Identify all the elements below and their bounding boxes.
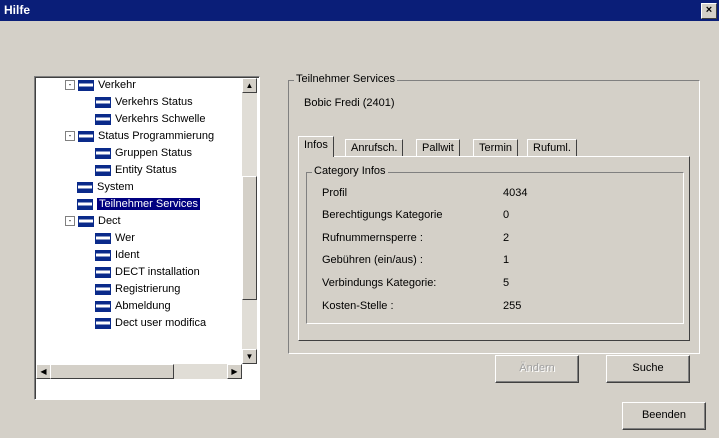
field-label-berechtigung: Berechtigungs Kategorie bbox=[322, 209, 443, 221]
edit-button[interactable]: Ändern bbox=[495, 355, 579, 383]
node-icon bbox=[77, 198, 93, 210]
tree-item-label: Entity Status bbox=[115, 164, 177, 176]
tree-item-label: Verkehr bbox=[98, 79, 136, 91]
field-label-profil: Profil bbox=[322, 187, 348, 199]
tree-item-status-programmierung[interactable]: - Status Programmierung bbox=[65, 128, 214, 144]
tree-item-label: Gruppen Status bbox=[115, 147, 193, 159]
tree-item-entity-status[interactable]: Entity Status bbox=[95, 162, 177, 178]
window-title: Hilfe bbox=[4, 3, 31, 17]
tree-item-wer[interactable]: Wer bbox=[95, 230, 135, 246]
tree-item-dect[interactable]: - Dect bbox=[65, 213, 121, 229]
tree-item-label: Verkehrs Status bbox=[115, 96, 193, 108]
tree-item-label: Abmeldung bbox=[115, 300, 171, 312]
tree-vertical-scrollbar[interactable]: ▲ ▼ bbox=[242, 78, 257, 364]
scroll-left-icon[interactable]: ◀ bbox=[36, 364, 51, 379]
tree-item-system[interactable]: System bbox=[77, 179, 134, 195]
tree-item-ident[interactable]: Ident bbox=[95, 247, 139, 263]
node-icon bbox=[77, 181, 93, 193]
field-value-profil: 4034 bbox=[503, 187, 528, 199]
field-value-verbindung: 5 bbox=[503, 277, 510, 289]
tree-horizontal-scrollbar[interactable]: ◀ ▶ bbox=[36, 364, 242, 379]
category-infos-title: Category Infos bbox=[312, 165, 388, 177]
subscriber-name: Bobic Fredi (2401) bbox=[304, 97, 395, 109]
field-label-kosten-stelle: Kosten-Stelle : bbox=[322, 300, 394, 312]
field-label-gebuehren: Gebühren (ein/aus) : bbox=[322, 254, 423, 266]
group-title: Teilnehmer Services bbox=[294, 73, 398, 85]
tree-item-dect-installation[interactable]: DECT installation bbox=[95, 264, 200, 280]
search-button[interactable]: Suche bbox=[606, 355, 690, 383]
scroll-thumb[interactable] bbox=[242, 176, 257, 300]
tree-item-label: System bbox=[97, 181, 134, 193]
scroll-thumb[interactable] bbox=[50, 364, 174, 379]
node-icon bbox=[95, 266, 111, 278]
node-icon bbox=[95, 317, 111, 329]
tree-item-registrierung[interactable]: Registrierung bbox=[95, 281, 180, 297]
node-icon bbox=[95, 300, 111, 312]
tree-item-dect-user-modifica[interactable]: Dect user modifica bbox=[95, 315, 206, 331]
tree-item-label: Wer bbox=[115, 232, 135, 244]
node-icon bbox=[95, 283, 111, 295]
exit-button[interactable]: Beenden bbox=[622, 402, 706, 430]
tree-item-label: Status Programmierung bbox=[98, 130, 215, 142]
tree-item-label-selected: Teilnehmer Services bbox=[97, 198, 201, 210]
tree-item-label: DECT installation bbox=[115, 266, 200, 278]
node-icon bbox=[95, 164, 111, 176]
tab-pallwit[interactable]: Pallwit bbox=[416, 139, 460, 157]
tree-item-verkehrs-schwelle[interactable]: Verkehrs Schwelle bbox=[95, 111, 206, 127]
tree-item-gruppen-status[interactable]: Gruppen Status bbox=[95, 145, 192, 161]
tree-item-verkehr[interactable]: - Verkehr bbox=[65, 77, 136, 93]
field-value-kosten-stelle: 255 bbox=[503, 300, 522, 312]
field-value-rufnummernsperre: 2 bbox=[503, 232, 510, 244]
tab-anrufsch[interactable]: Anrufsch. bbox=[345, 139, 404, 157]
navigation-tree[interactable]: - Verkehr Verkehrs Status Verkehrs Schwel… bbox=[34, 76, 260, 400]
title-bar[interactable]: Hilfe × bbox=[0, 0, 719, 21]
collapse-icon[interactable]: - bbox=[65, 131, 75, 142]
node-icon bbox=[95, 147, 111, 159]
tree-item-label: Dect bbox=[98, 215, 121, 227]
folder-icon bbox=[78, 79, 94, 91]
dialog-window: Hilfe × - Verkehr Verkehrs Status Verkehr… bbox=[0, 0, 719, 438]
tab-termin[interactable]: Termin bbox=[473, 139, 519, 157]
tree-item-teilnehmer-services[interactable]: Teilnehmer Services bbox=[77, 196, 201, 212]
field-label-verbindung: Verbindungs Kategorie: bbox=[322, 277, 437, 289]
close-button[interactable]: × bbox=[701, 3, 717, 19]
tab-infos[interactable]: Infos bbox=[298, 136, 334, 157]
tree-item-label: Ident bbox=[115, 249, 140, 261]
field-value-berechtigung: 0 bbox=[503, 209, 510, 221]
tree-item-label: Registrierung bbox=[115, 283, 181, 295]
folder-icon bbox=[78, 215, 94, 227]
field-value-gebuehren: 1 bbox=[503, 254, 510, 266]
tree-item-label: Verkehrs Schwelle bbox=[115, 113, 206, 125]
scroll-up-icon[interactable]: ▲ bbox=[242, 78, 257, 93]
tree-item-label: Dect user modifica bbox=[115, 317, 207, 329]
node-icon bbox=[95, 113, 111, 125]
tree-item-verkehrs-status[interactable]: Verkehrs Status bbox=[95, 94, 193, 110]
node-icon bbox=[95, 249, 111, 261]
tab-rufuml[interactable]: Rufuml. bbox=[527, 139, 577, 157]
collapse-icon[interactable]: - bbox=[65, 80, 75, 91]
folder-icon bbox=[78, 130, 94, 142]
field-label-rufnummernsperre: Rufnummernsperre : bbox=[322, 232, 423, 244]
tree-item-abmeldung[interactable]: Abmeldung bbox=[95, 298, 171, 314]
node-icon bbox=[95, 232, 111, 244]
collapse-icon[interactable]: - bbox=[65, 216, 75, 227]
node-icon bbox=[95, 96, 111, 108]
scroll-right-icon[interactable]: ▶ bbox=[227, 364, 242, 379]
scroll-down-icon[interactable]: ▼ bbox=[242, 349, 257, 364]
